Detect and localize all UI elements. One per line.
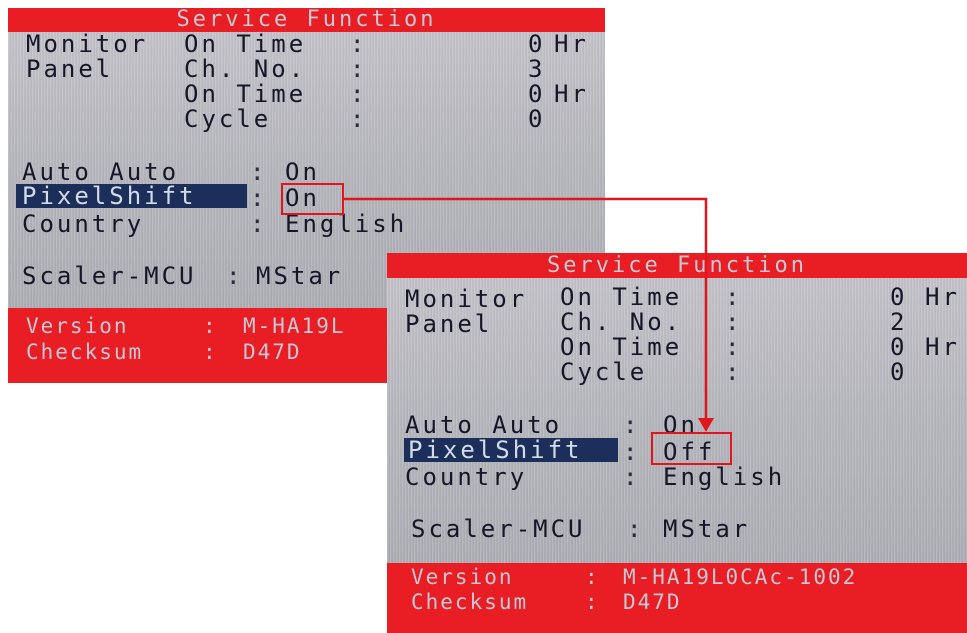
osd-title: Service Function [547,253,807,278]
panel-cycle-label: Cycle [184,105,272,133]
auto-auto-label[interactable]: Auto Auto [405,411,562,439]
version-colon: : [203,314,218,338]
panel-on-time-label: On Time [560,333,683,361]
monitor-on-time-label: On Time [560,283,683,311]
panel-on-time-value: 0 [528,80,546,108]
osd-title-bar: Service Function [8,8,605,32]
checksum-colon: : [585,590,600,614]
panel-on-time-label: On Time [184,80,307,108]
country-value[interactable]: English [663,463,785,491]
auto-auto-colon: : [250,158,268,186]
osd-title: Service Function [176,8,437,32]
country-colon: : [623,463,641,491]
panel-ch-no-value: 2 [890,308,908,336]
pixelshift-colon: : [250,184,268,212]
osd-footer: Version : M-HA19L0CAc-1002 Checksum : D4… [387,563,967,633]
monitor-on-time-unit: Hr [925,283,960,311]
pixelshift-colon: : [623,438,641,466]
monitor-label: Monitor [405,285,528,313]
monitor-on-time-unit: Hr [554,30,589,58]
panel-on-time-unit: Hr [925,333,960,361]
monitor-on-time-colon: : [350,30,368,58]
version-label: Version [411,565,514,589]
checksum-colon: : [203,340,218,364]
after-value-callout-box [651,432,732,465]
version-colon: : [585,565,600,589]
panel-cycle-colon: : [725,358,743,386]
before-value-callout-box [281,183,344,215]
monitor-on-time-label: On Time [184,30,307,58]
checksum-value: D47D [243,340,302,364]
country-label[interactable]: Country [22,210,144,238]
panel-ch-no-colon: : [350,55,368,83]
auto-auto-value[interactable]: On [285,158,320,186]
monitor-on-time-value: 0 [890,283,908,311]
panel-cycle-value: 0 [890,358,908,386]
monitor-label: Monitor [26,30,149,58]
scaler-mcu-value: MStar [663,515,751,543]
panel-on-time-colon: : [725,333,743,361]
checksum-value: D47D [623,590,682,614]
panel-on-time-unit: Hr [554,80,589,108]
version-value: M-HA19L0CAc-1002 [623,565,858,589]
panel-ch-no-value: 3 [528,55,546,83]
panel-ch-no-label: Ch. No. [184,55,307,83]
osd-title-bar: Service Function [387,253,967,278]
checksum-label: Checksum [411,590,529,614]
scaler-mcu-label: Scaler-MCU [411,515,586,543]
monitor-on-time-value: 0 [528,30,546,58]
scaler-mcu-value: MStar [256,262,344,290]
scaler-mcu-colon: : [627,515,645,543]
pixelshift-label-selected[interactable]: PixelShift [404,438,618,462]
panel-cycle-value: 0 [528,105,546,133]
panel-ch-no-colon: : [725,308,743,336]
panel-label: Panel [405,310,493,338]
panel-on-time-colon: : [350,80,368,108]
version-label: Version [26,314,129,338]
scaler-mcu-label: Scaler-MCU [22,262,197,290]
pixelshift-label-selected[interactable]: PixelShift [16,184,247,208]
country-colon: : [250,210,268,238]
checksum-label: Checksum [26,340,144,364]
monitor-on-time-colon: : [725,283,743,311]
panel-cycle-label: Cycle [560,358,648,386]
scaler-mcu-colon: : [226,262,244,290]
panel-cycle-colon: : [350,105,368,133]
country-label[interactable]: Country [405,463,527,491]
panel-on-time-value: 0 [890,333,908,361]
panel-label: Panel [26,55,114,83]
version-value: M-HA19L [243,314,346,338]
auto-auto-colon: : [623,411,641,439]
panel-ch-no-label: Ch. No. [560,308,683,336]
